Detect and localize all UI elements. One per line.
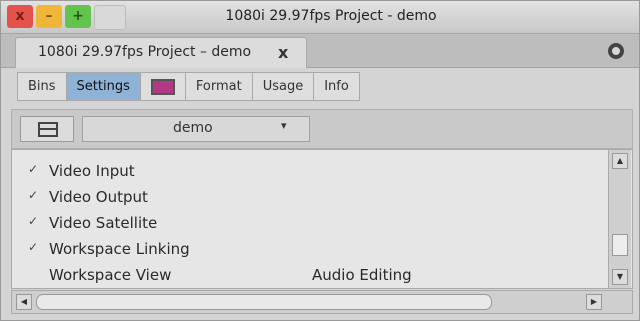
checkmark-icon: ✓ bbox=[28, 162, 39, 176]
project-window: x – + 1080i 29.97fps Project - demo 1080… bbox=[0, 0, 640, 321]
close-window-button[interactable]: x bbox=[7, 5, 33, 28]
scroll-down-icon[interactable]: ▼ bbox=[612, 269, 628, 285]
view-toggle-button[interactable] bbox=[20, 116, 74, 142]
scroll-up-icon[interactable]: ▲ bbox=[612, 153, 628, 169]
tab-settings[interactable]: Settings bbox=[65, 72, 140, 101]
chevron-down-icon: ▾ bbox=[281, 119, 287, 132]
setting-name: Video Output bbox=[49, 188, 148, 206]
window-menu-icon[interactable] bbox=[608, 43, 624, 59]
list-item[interactable]: ✓ Video Satellite bbox=[12, 210, 606, 236]
tab-bins[interactable]: Bins bbox=[17, 72, 66, 101]
setting-value: Audio Editing bbox=[312, 266, 412, 284]
list-item[interactable]: ✓ Workspace Linking bbox=[12, 236, 606, 262]
checkmark-icon: ✓ bbox=[28, 240, 39, 254]
tab-info[interactable]: Info bbox=[313, 72, 360, 101]
project-tab-close-icon[interactable]: x bbox=[278, 43, 288, 62]
project-tab-row: 1080i 29.97fps Project – demo x bbox=[1, 34, 639, 68]
checkmark-icon: ✓ bbox=[28, 188, 39, 202]
horizontal-scroll-thumb[interactable] bbox=[36, 294, 492, 310]
minimize-window-button[interactable]: – bbox=[36, 5, 62, 28]
vertical-scrollbar[interactable]: ▲ ▼ bbox=[608, 150, 631, 288]
setting-name: Video Satellite bbox=[49, 214, 158, 232]
list-view-icon bbox=[38, 122, 58, 137]
title-bar[interactable]: x – + 1080i 29.97fps Project - demo bbox=[1, 1, 639, 34]
settings-user-select[interactable]: demo ▾ bbox=[82, 116, 310, 142]
setting-name: Video Input bbox=[49, 162, 135, 180]
checkmark-icon: ✓ bbox=[28, 214, 39, 228]
color-chip-icon bbox=[150, 78, 175, 95]
project-tab[interactable]: 1080i 29.97fps Project – demo x bbox=[15, 37, 307, 68]
select-value: demo bbox=[173, 120, 213, 136]
settings-list: ✓ Video Input ✓ Video Output ✓ Video Sat… bbox=[11, 149, 633, 289]
list-item[interactable]: Workspace View Audio Editing bbox=[12, 262, 606, 288]
maximize-window-button[interactable]: + bbox=[65, 5, 91, 28]
project-sub-tabs: Bins Settings Format Usage Info bbox=[17, 72, 360, 101]
setting-name: Workspace Linking bbox=[49, 240, 190, 258]
setting-name: Workspace View bbox=[49, 266, 172, 284]
tab-format[interactable]: Format bbox=[184, 72, 252, 101]
horizontal-scrollbar[interactable]: ◀ ▶ bbox=[11, 290, 633, 314]
settings-toolbar: demo ▾ bbox=[11, 109, 633, 149]
window-title: 1080i 29.97fps Project - demo bbox=[225, 8, 437, 24]
scroll-right-icon[interactable]: ▶ bbox=[586, 294, 602, 310]
list-item[interactable]: ✓ Video Input bbox=[12, 158, 606, 184]
list-item[interactable]: ✓ Video Output bbox=[12, 184, 606, 210]
vertical-scroll-thumb[interactable] bbox=[612, 234, 628, 256]
tab-color[interactable] bbox=[139, 72, 185, 101]
scroll-left-icon[interactable]: ◀ bbox=[16, 294, 32, 310]
tab-usage[interactable]: Usage bbox=[251, 72, 314, 101]
partial-row bbox=[12, 150, 606, 158]
project-tab-label: 1080i 29.97fps Project – demo bbox=[38, 44, 252, 60]
titlebar-spacer bbox=[94, 5, 126, 30]
